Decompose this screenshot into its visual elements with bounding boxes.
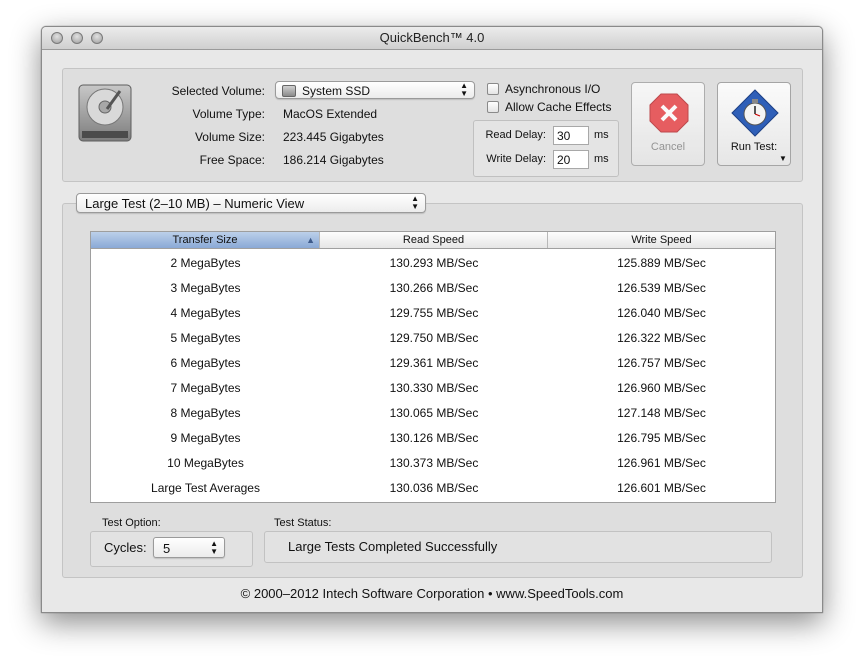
run-test-label: Run Test: <box>730 141 778 153</box>
test-status-label: Test Status: <box>274 517 332 529</box>
free-space-label: Free Space: <box>199 153 265 167</box>
volume-type-value: MacOS Extended <box>283 107 378 121</box>
write-speed-cell: 126.961 MB/Sec <box>617 456 706 470</box>
async-io-checkbox[interactable] <box>487 83 499 95</box>
transfer-size-cell: 9 MegaBytes <box>170 431 241 445</box>
write-speed-cell: 126.040 MB/Sec <box>617 306 706 320</box>
results-table: Transfer Size ▲ Read Speed Write Speed 2… <box>90 231 776 503</box>
read-speed-cell: 130.293 MB/Sec <box>389 256 479 270</box>
read-delay-input[interactable]: 30 <box>553 126 589 145</box>
table-row[interactable]: 9 MegaBytes 130.126 MB/Sec 126.795 MB/Sec <box>91 426 775 451</box>
view-select-value: Large Test (2–10 MB) – Numeric View <box>85 196 305 211</box>
test-option-label: Test Option: <box>102 517 161 529</box>
updown-arrows-icon: ▲ ▼ <box>460 81 468 98</box>
write-speed-cell: 126.539 MB/Sec <box>617 281 706 295</box>
read-speed-cell: 130.126 MB/Sec <box>389 431 479 445</box>
main-window: QuickBench™ 4.0 Selected Volume: System <box>41 26 823 613</box>
dropdown-arrow-icon: ▼ <box>779 154 787 163</box>
column-header-read-speed[interactable]: Read Speed <box>320 232 548 248</box>
footer-copyright: © 2000–2012 Intech Software Corporation … <box>240 586 624 601</box>
write-speed-cell: 126.601 MB/Sec <box>617 481 706 495</box>
cache-effects-label: Allow Cache Effects <box>505 100 612 114</box>
table-header: Transfer Size ▲ Read Speed Write Speed <box>91 232 775 249</box>
table-row[interactable]: 4 MegaBytes 129.755 MB/Sec 126.040 MB/Sec <box>91 301 775 326</box>
read-speed-cell: 130.036 MB/Sec <box>389 481 479 495</box>
cancel-button-label: Cancel <box>650 141 686 153</box>
title-bar: QuickBench™ 4.0 <box>42 27 822 50</box>
read-speed-cell: 130.373 MB/Sec <box>389 456 479 470</box>
transfer-size-cell: 4 MegaBytes <box>170 306 241 320</box>
write-speed-cell: 127.148 MB/Sec <box>617 406 706 420</box>
transfer-size-cell: 2 MegaBytes <box>170 256 241 270</box>
volume-panel: Selected Volume: System SSD ▲ ▼ Volume Ty… <box>62 68 803 182</box>
disk-icon <box>282 85 296 97</box>
volume-select-value: System SSD <box>302 84 371 98</box>
read-speed-cell: 129.361 MB/Sec <box>389 356 479 370</box>
table-row[interactable]: 7 MegaBytes 130.330 MB/Sec 126.960 MB/Sec <box>91 376 775 401</box>
write-speed-cell: 125.889 MB/Sec <box>617 256 706 270</box>
transfer-size-cell: 8 MegaBytes <box>170 406 241 420</box>
test-option-group: Cycles: 5 ▲ ▼ <box>90 531 253 567</box>
read-speed-cell: 129.750 MB/Sec <box>389 331 479 345</box>
volume-type-label: Volume Type: <box>192 107 266 121</box>
transfer-size-cell: 6 MegaBytes <box>170 356 241 370</box>
table-row[interactable]: 10 MegaBytes 130.373 MB/Sec 126.961 MB/Sec <box>91 451 775 476</box>
write-speed-cell: 126.795 MB/Sec <box>617 431 706 445</box>
volume-select[interactable]: System SSD ▲ ▼ <box>275 81 475 99</box>
window-title: QuickBench™ 4.0 <box>379 30 485 45</box>
updown-arrows-icon: ▲ ▼ <box>210 539 218 556</box>
write-delay-unit: ms <box>594 153 609 165</box>
read-delay-unit: ms <box>594 129 609 141</box>
read-delay-label: Read Delay: <box>485 129 546 141</box>
free-space-value: 186.214 Gigabytes <box>283 153 384 167</box>
transfer-size-cell: 3 MegaBytes <box>170 281 241 295</box>
table-row[interactable]: 8 MegaBytes 130.065 MB/Sec 127.148 MB/Sec <box>91 401 775 426</box>
delay-group: Read Delay: 30 ms Write Delay: 20 ms <box>473 120 619 177</box>
cycles-value: 5 <box>163 541 171 556</box>
transfer-size-cell: Large Test Averages <box>151 481 260 495</box>
selected-volume-label: Selected Volume: <box>171 84 265 98</box>
read-speed-cell: 130.266 MB/Sec <box>389 281 479 295</box>
stop-icon <box>649 93 689 133</box>
test-status-box: Large Tests Completed Successfully <box>264 531 772 563</box>
write-speed-cell: 126.960 MB/Sec <box>617 381 706 395</box>
cycles-stepper[interactable]: 5 ▲ ▼ <box>153 537 225 558</box>
view-select[interactable]: Large Test (2–10 MB) – Numeric View ▲ ▼ <box>76 193 426 213</box>
write-speed-cell: 126.757 MB/Sec <box>617 356 706 370</box>
table-row[interactable]: 2 MegaBytes 130.293 MB/Sec 125.889 MB/Sec <box>91 251 775 276</box>
cache-effects-checkbox[interactable] <box>487 101 499 113</box>
read-speed-cell: 129.755 MB/Sec <box>389 306 479 320</box>
column-header-transfer-size[interactable]: Transfer Size ▲ <box>91 232 320 248</box>
read-speed-cell: 130.330 MB/Sec <box>389 381 479 395</box>
volume-size-label: Volume Size: <box>194 130 265 144</box>
stopwatch-icon <box>731 89 779 137</box>
table-row[interactable]: Large Test Averages 130.036 MB/Sec 126.601… <box>91 476 775 501</box>
cancel-button[interactable]: Cancel <box>631 82 705 166</box>
updown-arrows-icon: ▲ ▼ <box>411 194 419 211</box>
async-io-label: Asynchronous I/O <box>505 82 601 96</box>
table-row[interactable]: 3 MegaBytes 130.266 MB/Sec 126.539 MB/Sec <box>91 276 775 301</box>
table-row[interactable]: 6 MegaBytes 129.361 MB/Sec 126.757 MB/Sec <box>91 351 775 376</box>
write-delay-input[interactable]: 20 <box>553 150 589 169</box>
write-delay-label: Write Delay: <box>486 153 546 165</box>
test-status-value: Large Tests Completed Successfully <box>288 539 498 554</box>
sort-ascending-icon: ▲ <box>306 235 315 245</box>
volume-size-value: 223.445 Gigabytes <box>283 130 384 144</box>
transfer-size-cell: 7 MegaBytes <box>170 381 241 395</box>
read-speed-cell: 130.065 MB/Sec <box>389 406 479 420</box>
column-header-write-speed[interactable]: Write Speed <box>548 232 775 248</box>
cycles-label: Cycles: <box>104 540 147 555</box>
run-test-button[interactable]: Run Test: ▼ <box>717 82 791 166</box>
transfer-size-cell: 5 MegaBytes <box>170 331 241 345</box>
transfer-size-cell: 10 MegaBytes <box>167 456 244 470</box>
hard-drive-icon <box>76 83 134 143</box>
write-speed-cell: 126.322 MB/Sec <box>617 331 706 345</box>
table-row[interactable]: 5 MegaBytes 129.750 MB/Sec 126.322 MB/Sec <box>91 326 775 351</box>
